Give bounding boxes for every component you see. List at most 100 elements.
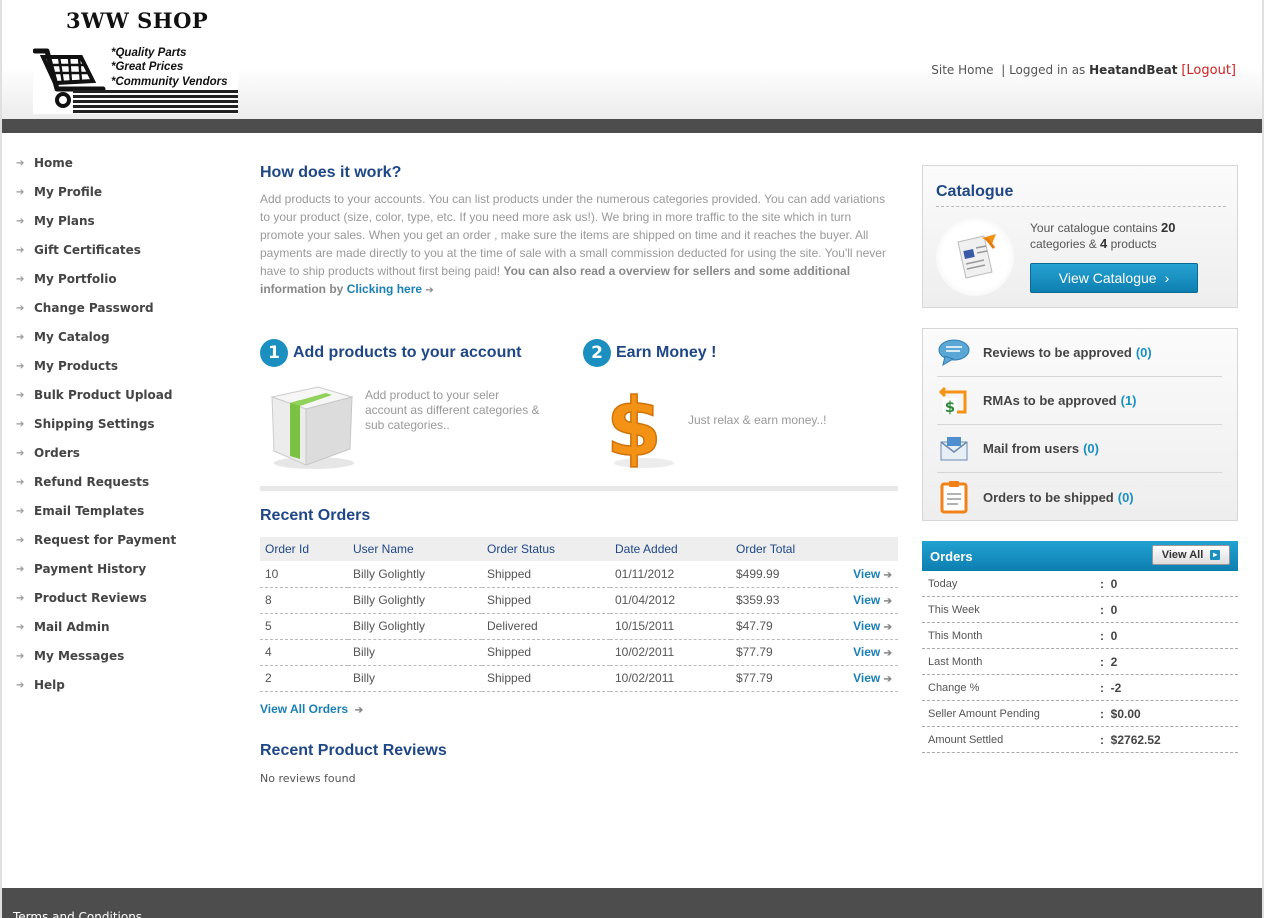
- step-title: Add products to your account: [293, 344, 522, 361]
- no-reviews-message: No reviews found: [260, 772, 356, 785]
- order-total: $47.79: [731, 613, 831, 640]
- stats-row: Last Month: 2: [922, 649, 1238, 675]
- sidebar-item-orders[interactable]: ➔ Orders: [16, 446, 216, 475]
- sidebar-item-request-for-payment[interactable]: ➔ Request for Payment: [16, 533, 216, 562]
- arrow-right-icon: ➔: [16, 274, 25, 285]
- arrow-right-icon: ➔: [16, 158, 25, 169]
- sidebar-item-mail-admin[interactable]: ➔ Mail Admin: [16, 620, 216, 649]
- stats-row: Seller Amount Pending: $0.00: [922, 701, 1238, 727]
- arrow-right-icon: ➔: [16, 419, 25, 430]
- order-total: $499.99: [731, 561, 831, 588]
- svg-text:$: $: [945, 398, 955, 416]
- sidebar-item-my-portfolio[interactable]: ➔ My Portfolio: [16, 272, 216, 301]
- view-all-orders-button[interactable]: View All ▸: [1152, 545, 1230, 565]
- sidebar-item-home[interactable]: ➔ Home: [16, 156, 216, 185]
- stats-value: : $0.00: [1100, 706, 1141, 721]
- stats-value: : 0: [1100, 576, 1118, 591]
- order-user: Billy Golightly: [348, 613, 482, 640]
- view-order-link[interactable]: View ➔: [831, 665, 898, 692]
- view-all-orders-link[interactable]: View All Orders ➔: [260, 702, 363, 716]
- stats-value-text: 0: [1110, 628, 1118, 643]
- sidebar-item-label: My Portfolio: [34, 272, 117, 286]
- arrow-right-icon: ➔: [16, 622, 25, 633]
- view-order-link[interactable]: View ➔: [831, 587, 898, 614]
- logo-stripes: [73, 90, 238, 114]
- table-row: 2 Billy Shipped 10/02/2011 $77.79 View ➔: [260, 665, 898, 692]
- arrow-right-icon: ➔: [883, 569, 892, 581]
- pending-reviews-row[interactable]: Reviews to be approved (0): [937, 329, 1222, 377]
- logo-tagline: *Community Vendors: [111, 76, 228, 88]
- shop-logo[interactable]: 3WW SHOP *Quality Parts *Great Prices *C…: [33, 8, 238, 114]
- chevron-right-icon: ›: [1164, 270, 1170, 286]
- sidebar-item-my-profile[interactable]: ➔ My Profile: [16, 185, 216, 214]
- arrow-right-icon: ➔: [354, 705, 364, 716]
- order-status: Delivered: [482, 613, 610, 640]
- nav-separator: |: [1001, 63, 1006, 77]
- sidebar-item-refund-requests[interactable]: ➔ Refund Requests: [16, 475, 216, 504]
- view-order-link[interactable]: View ➔: [831, 613, 898, 640]
- logout-link[interactable]: [Logout]: [1181, 63, 1236, 78]
- order-id: 10: [260, 561, 348, 588]
- table-row: 10 Billy Golightly Shipped 01/11/2012 $4…: [260, 561, 898, 588]
- sidebar-item-label: Help: [34, 678, 65, 692]
- svg-text:$: $: [606, 381, 662, 471]
- order-user: Billy Golightly: [348, 587, 482, 614]
- logo-tagline: *Great Prices: [111, 61, 184, 73]
- arrow-right-icon: ➔: [16, 506, 25, 517]
- page: 3WW SHOP *Quality Parts *Great Prices *C…: [0, 0, 1264, 918]
- arrow-right-icon: ➔: [16, 187, 25, 198]
- order-id: 5: [260, 613, 348, 640]
- step-1-heading: 1 Add products to your account: [260, 339, 521, 367]
- sidebar-item-bulk-product-upload[interactable]: ➔ Bulk Product Upload: [16, 388, 216, 417]
- step-2-heading: 2 Earn Money !: [583, 339, 716, 367]
- arrow-right-icon: ➔: [883, 674, 892, 685]
- pending-mail-row[interactable]: Mail from users (0): [937, 425, 1222, 473]
- view-label: View: [853, 671, 881, 685]
- sidebar-item-my-products[interactable]: ➔ My Products: [16, 359, 216, 388]
- arrow-right-icon: ➔: [16, 332, 25, 343]
- sidebar-nav: ➔ Home ➔ My Profile ➔ My Plans ➔ Gift Certif…: [16, 156, 216, 707]
- view-order-link[interactable]: View ➔: [831, 561, 898, 588]
- sidebar-item-change-password[interactable]: ➔ Change Password: [16, 301, 216, 330]
- sidebar-item-gift-certificates[interactable]: ➔ Gift Certificates: [16, 243, 216, 272]
- order-status: Shipped: [482, 561, 610, 588]
- sidebar-item-label: Mail Admin: [34, 620, 110, 634]
- sidebar-item-help[interactable]: ➔ Help: [16, 678, 216, 707]
- pending-tasks-panel: Reviews to be approved (0) $ RMAs to be …: [922, 328, 1238, 521]
- terms-link[interactable]: Terms and Conditions: [13, 910, 142, 918]
- catalogue-desc-mid: categories &: [1030, 237, 1097, 251]
- sidebar-item-shipping-settings[interactable]: ➔ Shipping Settings: [16, 417, 216, 446]
- order-total: $77.79: [731, 639, 831, 666]
- sidebar-item-product-reviews[interactable]: ➔ Product Reviews: [16, 591, 216, 620]
- sidebar-item-payment-history[interactable]: ➔ Payment History: [16, 562, 216, 591]
- pending-rmas-row[interactable]: $ RMAs to be approved (1): [937, 377, 1222, 425]
- order-id: 8: [260, 587, 348, 614]
- order-user: Billy: [348, 665, 482, 692]
- view-label: View: [853, 645, 881, 659]
- categories-count: 20: [1161, 220, 1176, 235]
- arrow-right-icon: ➔: [16, 651, 25, 662]
- logo-title: 3WW SHOP: [66, 8, 209, 33]
- sidebar-item-my-plans[interactable]: ➔ My Plans: [16, 214, 216, 243]
- sidebar-item-my-catalog[interactable]: ➔ My Catalog: [16, 330, 216, 359]
- clicking-here-link[interactable]: Clicking here: [347, 282, 422, 296]
- view-order-link[interactable]: View ➔: [831, 639, 898, 666]
- pending-shipments-row[interactable]: Orders to be shipped (0): [937, 473, 1222, 521]
- sidebar-item-email-templates[interactable]: ➔ Email Templates: [16, 504, 216, 533]
- pending-count: (0): [1083, 441, 1099, 456]
- sidebar-item-my-messages[interactable]: ➔ My Messages: [16, 649, 216, 678]
- column-header: Order Id: [260, 537, 348, 561]
- pending-count: (0): [1117, 489, 1134, 505]
- view-label: View: [853, 566, 881, 581]
- view-catalogue-button[interactable]: View Catalogue ›: [1030, 263, 1198, 293]
- column-header: Order Status: [482, 537, 610, 561]
- site-home-link[interactable]: Site Home: [931, 63, 993, 77]
- sidebar-item-label: Home: [34, 156, 73, 170]
- column-header: User Name: [348, 537, 482, 561]
- pending-label: RMAs to be approved: [983, 393, 1117, 408]
- clipboard-icon: [937, 480, 971, 514]
- stats-value-text: $2762.52: [1110, 732, 1161, 747]
- sidebar-item-label: Request for Payment: [34, 533, 177, 547]
- stats-row: This Month: 0: [922, 623, 1238, 649]
- column-header-action: [831, 537, 898, 561]
